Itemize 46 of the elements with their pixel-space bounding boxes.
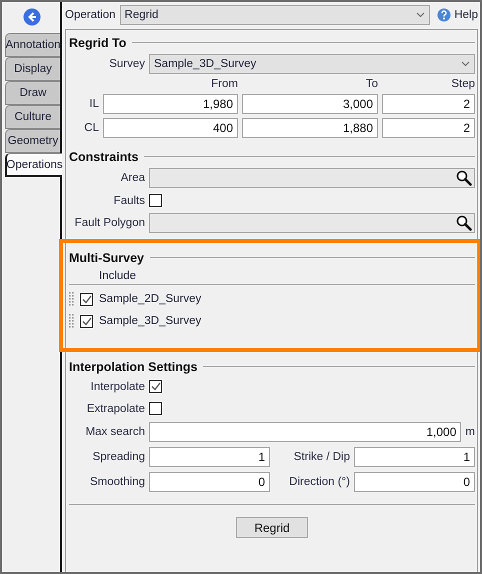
fault-polygon-label: Fault Polygon bbox=[74, 217, 145, 229]
number-field[interactable]: 1,980 bbox=[103, 94, 238, 114]
sidebar-tab[interactable]: Operations bbox=[5, 153, 62, 177]
sidebar-tab[interactable]: Geometry bbox=[5, 129, 60, 153]
smoothing-label: Smoothing bbox=[89, 476, 145, 488]
extrapolate-label: Extrapolate bbox=[86, 402, 145, 414]
sidebar-tab[interactable]: Display bbox=[5, 57, 60, 81]
section-title: Constraints bbox=[69, 150, 138, 164]
operation-label: Operation bbox=[65, 9, 116, 21]
section-title: Interpolation Settings bbox=[69, 360, 198, 374]
row-label: IL bbox=[88, 98, 99, 110]
interpolate-label: Interpolate bbox=[90, 380, 145, 392]
smoothing-field[interactable]: 0 bbox=[149, 472, 270, 492]
row-label: CL bbox=[83, 122, 99, 134]
max-search-field[interactable]: 1,000 bbox=[149, 422, 462, 442]
column-header: Step bbox=[450, 78, 475, 90]
sidebar-tab[interactable]: Annotation bbox=[5, 33, 60, 57]
survey-dropdown[interactable]: Sample_3D_Survey bbox=[149, 54, 475, 74]
section-title: Multi-Survey bbox=[69, 250, 144, 264]
operation-dropdown[interactable]: Regrid bbox=[120, 5, 430, 25]
survey-name: Sample_3D_Survey bbox=[99, 315, 202, 327]
regrid-button[interactable]: Regrid bbox=[236, 517, 308, 538]
section-title: Regrid To bbox=[69, 36, 126, 50]
number-field[interactable]: 3,000 bbox=[242, 94, 378, 114]
spreading-field[interactable]: 1 bbox=[149, 447, 270, 467]
strike-dip-label: Strike / Dip bbox=[292, 451, 350, 463]
sidebar-tab[interactable]: Culture bbox=[5, 105, 60, 129]
direction-label: Direction (°) bbox=[288, 476, 350, 488]
number-field[interactable]: 2 bbox=[382, 94, 475, 114]
direction-field[interactable]: 0 bbox=[354, 472, 475, 492]
column-header: From bbox=[210, 78, 238, 90]
faults-label: Faults bbox=[112, 194, 145, 206]
survey-label: Survey bbox=[108, 58, 145, 70]
strike-dip-field[interactable]: 1 bbox=[354, 447, 475, 467]
spreading-label: Spreading bbox=[92, 451, 145, 463]
unit-label: m bbox=[465, 426, 475, 438]
help-button[interactable]: Help bbox=[434, 8, 478, 22]
column-header: Include bbox=[99, 270, 136, 282]
number-field[interactable]: 2 bbox=[382, 118, 475, 138]
number-field[interactable]: 1,880 bbox=[242, 118, 378, 138]
sidebar-tab[interactable]: Draw bbox=[5, 81, 60, 105]
area-label: Area bbox=[120, 172, 145, 184]
max-search-label: Max search bbox=[84, 426, 145, 438]
survey-name: Sample_2D_Survey bbox=[99, 293, 202, 305]
number-field[interactable]: 400 bbox=[103, 118, 238, 138]
column-header: To bbox=[364, 78, 378, 90]
